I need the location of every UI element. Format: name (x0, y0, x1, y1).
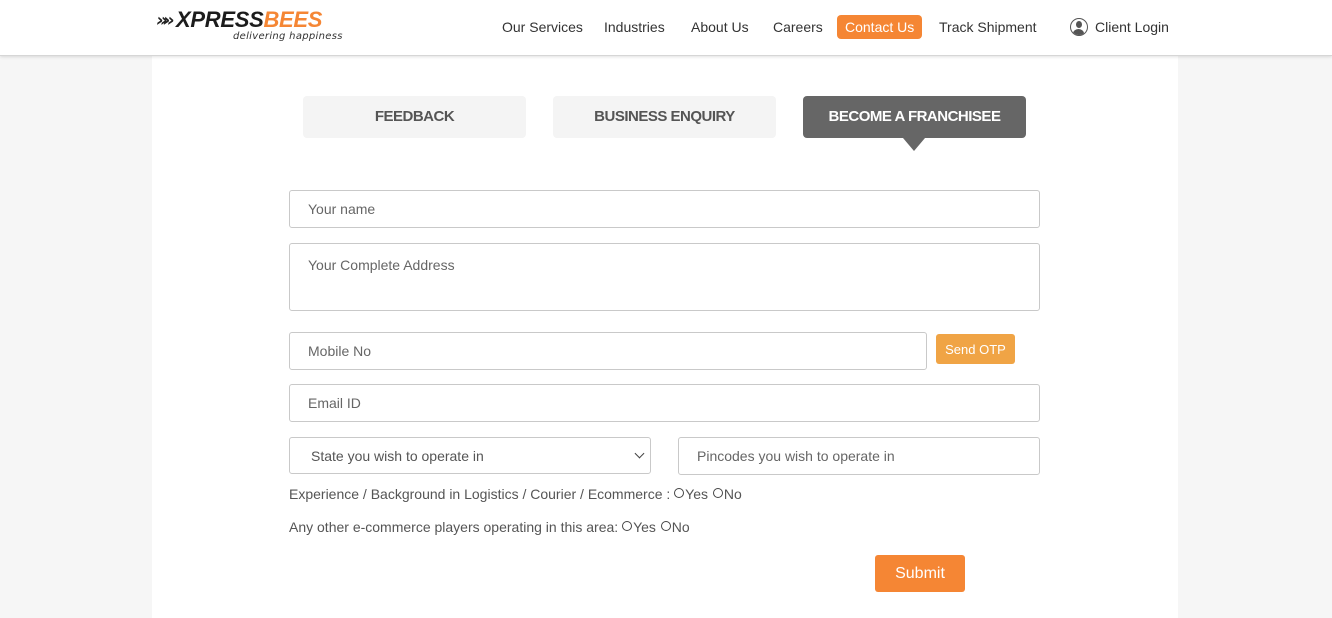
experience-question: Experience / Background in Logistics / C… (289, 485, 743, 503)
experience-yes-label[interactable]: Yes (685, 486, 708, 502)
nav-track-shipment[interactable]: Track Shipment (939, 15, 1037, 39)
pincodes-input[interactable] (678, 437, 1040, 475)
other-players-yes-label[interactable]: Yes (633, 519, 656, 535)
send-otp-button[interactable]: Send OTP (936, 334, 1015, 364)
client-login-link[interactable]: Client Login (1095, 19, 1169, 35)
logo-word-bees: BEES (263, 7, 323, 32)
other-players-yes-radio[interactable] (622, 521, 633, 531)
other-players-no-label[interactable]: No (672, 519, 690, 535)
nav-our-services-link[interactable]: Our Services (502, 19, 583, 35)
nav-careers[interactable]: Careers (773, 15, 823, 39)
nav-our-services[interactable]: Our Services (502, 15, 583, 39)
nav-client-login[interactable]: Client Login (1095, 15, 1169, 39)
other-players-question: Any other e-commerce players operating i… (289, 518, 691, 536)
submit-button[interactable]: Submit (875, 555, 965, 592)
experience-yes-radio[interactable] (674, 488, 685, 498)
experience-question-label: Experience / Background in Logistics / C… (289, 486, 675, 502)
logo-chevrons-icon: »» (156, 10, 175, 31)
nav-careers-link[interactable]: Careers (773, 19, 823, 35)
experience-no-label[interactable]: No (724, 486, 742, 502)
user-circle-icon[interactable] (1070, 18, 1088, 36)
logo-tagline: delivering happiness (233, 31, 343, 42)
tab-business-enquiry[interactable]: BUSINESS ENQUIRY (553, 96, 776, 138)
logo-word-xpress: XPRESS (176, 7, 264, 32)
site-header: »» XPRESSBEES delivering happiness Our S… (0, 0, 1332, 56)
other-players-question-label: Any other e-commerce players operating i… (289, 519, 619, 535)
nav-industries[interactable]: Industries (604, 15, 665, 39)
address-textarea[interactable] (289, 243, 1040, 311)
nav-track-shipment-link[interactable]: Track Shipment (939, 19, 1037, 35)
tab-feedback[interactable]: FEEDBACK (303, 96, 526, 138)
name-input[interactable] (289, 190, 1040, 228)
mobile-input[interactable] (289, 332, 927, 370)
tab-become-a-franchisee[interactable]: BECOME A FRANCHISEE (803, 96, 1026, 151)
logo-wordmark: XPRESSBEES (176, 9, 322, 31)
other-players-no-radio[interactable] (660, 521, 671, 531)
nav-contact-us-link[interactable]: Contact Us (837, 15, 923, 39)
nav-contact-us[interactable]: Contact Us (837, 15, 923, 39)
email-input[interactable] (289, 384, 1040, 422)
xpressbees-logo[interactable]: »» XPRESSBEES delivering happiness (156, 9, 351, 45)
experience-no-radio[interactable] (712, 488, 723, 498)
nav-about-us-link[interactable]: About Us (691, 19, 749, 35)
nav-about-us[interactable]: About Us (691, 15, 749, 39)
state-select[interactable]: State you wish to operate in (289, 437, 651, 474)
nav-industries-link[interactable]: Industries (604, 19, 665, 35)
